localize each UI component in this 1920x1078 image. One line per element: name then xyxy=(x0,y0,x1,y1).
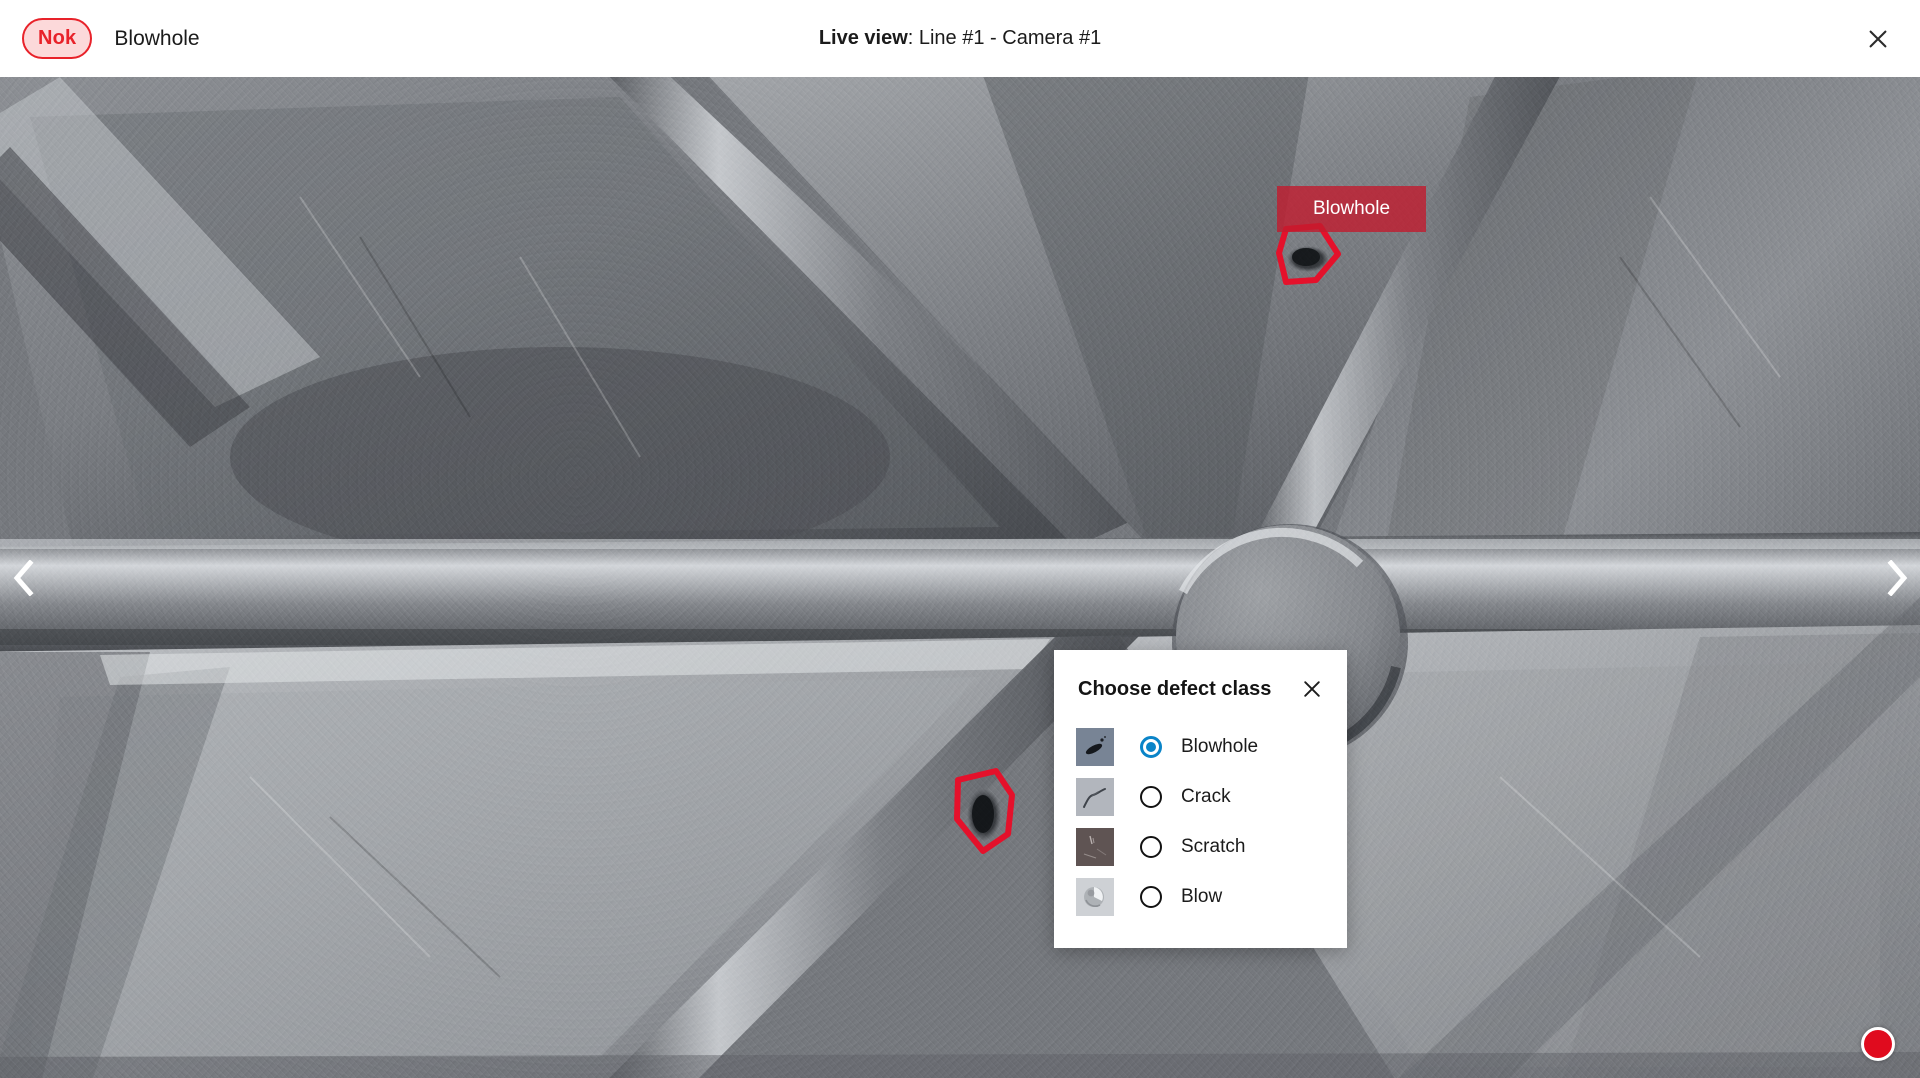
camera-viewport[interactable]: Blowhole Choose defect class Blowhole Cr… xyxy=(0,77,1920,1078)
blow-thumbnail xyxy=(1076,878,1114,916)
radio-crack[interactable] xyxy=(1140,786,1162,808)
record-dot-icon[interactable] xyxy=(1861,1027,1895,1061)
inspection-image xyxy=(0,77,1920,1078)
close-icon[interactable] xyxy=(1299,676,1325,702)
radio-blow[interactable] xyxy=(1140,886,1162,908)
radio-scratch[interactable] xyxy=(1140,836,1162,858)
defect-class-option-blowhole[interactable]: Blowhole xyxy=(1054,722,1347,772)
page-title-value: : Line #1 - Camera #1 xyxy=(907,27,1102,49)
blowhole-thumbnail xyxy=(1076,728,1114,766)
dialog-title: Choose defect class xyxy=(1078,677,1272,700)
choose-defect-class-dialog: Choose defect class Blowhole Crack Scrat… xyxy=(1054,650,1347,948)
defect-class-option-scratch[interactable]: Scratch xyxy=(1054,822,1347,872)
status-badge: Nok xyxy=(22,18,93,59)
defect-class-label: Blowhole xyxy=(1181,736,1259,757)
radio-blowhole[interactable] xyxy=(1140,736,1162,758)
crack-thumbnail xyxy=(1076,778,1114,816)
close-icon[interactable] xyxy=(1856,17,1900,61)
dialog-header: Choose defect class xyxy=(1054,676,1347,702)
scratch-thumbnail xyxy=(1076,828,1114,866)
live-view-screen: Nok Blowhole Live view: Line #1 - Camera… xyxy=(0,0,1920,1078)
app-header: Nok Blowhole Live view: Line #1 - Camera… xyxy=(0,0,1920,77)
defect-class-option-blow[interactable]: Blow xyxy=(1054,872,1347,922)
current-defect-label: Blowhole xyxy=(114,26,200,50)
defect-class-label: Crack xyxy=(1181,786,1231,807)
page-title: Live view: Line #1 - Camera #1 xyxy=(0,27,1920,50)
page-title-label: Live view xyxy=(818,27,908,49)
chevron-left-icon[interactable] xyxy=(0,548,46,608)
defect-class-label: Scratch xyxy=(1181,836,1246,857)
chevron-right-icon[interactable] xyxy=(1874,548,1920,608)
defect-class-option-crack[interactable]: Crack xyxy=(1054,772,1347,822)
defect-class-label: Blow xyxy=(1181,886,1223,907)
defect-annotation-label[interactable]: Blowhole xyxy=(1277,186,1426,232)
